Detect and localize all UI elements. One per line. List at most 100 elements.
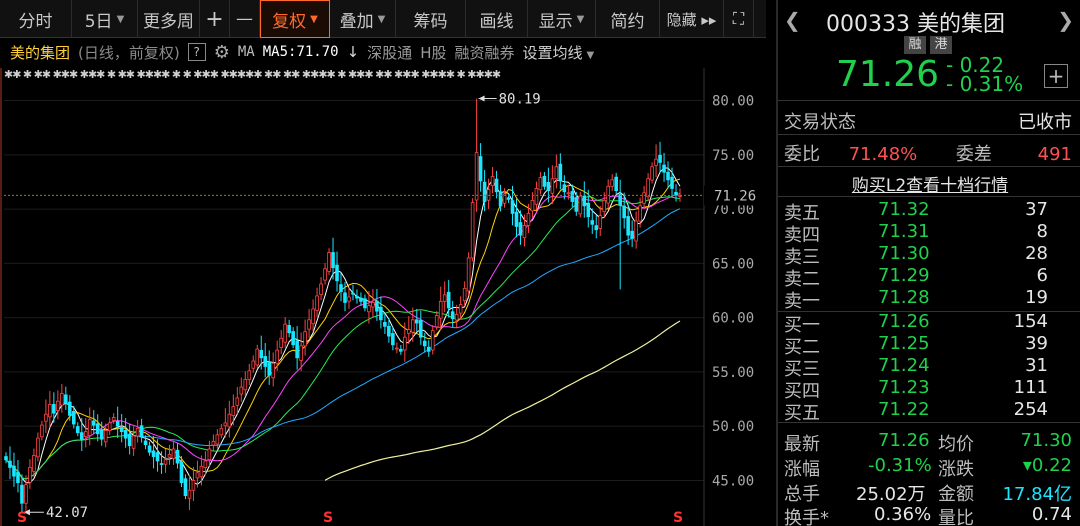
tab-more-periods[interactable]: 更多周 (138, 0, 200, 38)
candle-body (602, 200, 607, 213)
candle-body (379, 306, 383, 321)
candle-body (315, 295, 319, 311)
candle-body (239, 386, 244, 395)
candle-body (606, 185, 611, 204)
stat-chg: 涨跌 (938, 459, 974, 480)
candle-body (195, 472, 200, 479)
candle-body (371, 302, 375, 308)
candle-body (626, 216, 630, 236)
trade-state-row: 交易状态 已收市 (784, 112, 1072, 133)
level-volume: 31 (1025, 355, 1048, 376)
candle-body (582, 195, 587, 207)
candle-body (418, 320, 423, 338)
link-h-share[interactable]: H股 (420, 42, 446, 63)
level-volume: 154 (1013, 311, 1048, 332)
candle-body (291, 331, 295, 346)
add-watchlist-button[interactable]: + (1044, 64, 1068, 88)
level-name: 卖一 (784, 291, 820, 312)
candle-body (107, 422, 112, 431)
tab-5day[interactable]: 5日 ▼ (72, 0, 138, 38)
candle-body (131, 435, 136, 449)
candle-body (4, 456, 8, 461)
link-margin[interactable]: 融资融券 (454, 42, 514, 63)
bid-row: 买二 71.25 39 (784, 333, 1064, 358)
candle-body (323, 268, 327, 281)
simple-button[interactable]: 简约 (596, 0, 660, 38)
candle-body (646, 178, 650, 198)
link-hk-connect[interactable]: 深股通 (367, 42, 412, 63)
kline-chart[interactable]: 80.0075.0070.0065.0060.0055.0050.0045.00… (0, 68, 766, 526)
candle-body (287, 325, 291, 334)
chart-info-bar: 美的集团 (日线，前复权) ? ⚙ MA MA5:71.70 ↓ 深股通 H股 … (0, 38, 766, 66)
zoom-in-button[interactable]: + (200, 0, 230, 38)
draw-button[interactable]: 画线 (466, 0, 528, 38)
candle-body (650, 166, 654, 181)
chevron-left-icon[interactable]: ❮ (784, 8, 801, 32)
candle-body (223, 422, 228, 427)
candle-body (395, 347, 399, 350)
candle-body (295, 340, 299, 359)
candle-body (243, 379, 248, 391)
buy-l2-link[interactable]: 购买L2查看十档行情 (778, 171, 1080, 196)
candle-body (199, 465, 204, 478)
candle-body (44, 413, 48, 422)
candle-body (20, 484, 24, 504)
chart-period-label: (日线，前复权) (78, 43, 180, 62)
candle-body (247, 370, 252, 380)
y-tick-label: 45.00 (712, 473, 754, 489)
candle-body (64, 394, 68, 404)
candle-body (32, 455, 36, 472)
high-label: 80.19 (499, 91, 541, 107)
divider (778, 166, 1080, 167)
candle-body (558, 163, 563, 182)
candle-body (514, 211, 519, 227)
y-tick-label: 75.00 (712, 148, 754, 164)
candle-body (375, 300, 379, 312)
help-icon[interactable]: ? (187, 43, 206, 61)
display-button[interactable]: 显示 ▼ (528, 0, 596, 38)
candle-body (36, 437, 40, 458)
y-tick-label: 80.00 (712, 94, 754, 110)
candle-body (235, 397, 240, 406)
candle-body (470, 202, 475, 259)
ma-settings-button[interactable]: 设置均线 ▼ (522, 42, 594, 63)
ask-row: 卖一 71.28 19 (784, 287, 1064, 312)
quote-panel: ❮ 000333 美的集团 ❯ 融 港 71.26 - 0.22 - 0.31%… (776, 0, 1080, 526)
candle-body (52, 404, 56, 414)
tab-intraday[interactable]: 分时 (0, 0, 72, 38)
candle-body (658, 154, 662, 163)
candle-body (562, 184, 567, 193)
y-tick-label: 65.00 (712, 256, 754, 272)
candle-body (259, 350, 264, 359)
y-tick-label: 55.00 (712, 365, 754, 381)
candle-body (79, 432, 84, 440)
candle-body (403, 336, 407, 351)
candle-body (458, 304, 463, 314)
candle-body (598, 215, 603, 229)
candle-body (231, 406, 236, 416)
chevron-right-icon[interactable]: ❯ (1057, 8, 1074, 32)
candle-body (574, 197, 579, 212)
candle-body (28, 467, 32, 483)
candle-body (387, 325, 391, 337)
candle-body (139, 425, 144, 438)
adjust-button[interactable]: 复权 ▼ (260, 0, 330, 38)
chips-button[interactable]: 筹码 (396, 0, 466, 38)
hide-button[interactable]: 隐藏 ▸▸ (660, 0, 724, 38)
candle-body (151, 450, 156, 457)
overlay-button[interactable]: 叠加 ▼ (330, 0, 396, 38)
stat-turnover: 换手* (784, 508, 829, 526)
candle-body (363, 298, 367, 309)
zoom-out-button[interactable]: — (230, 0, 260, 38)
candle-body (71, 411, 76, 425)
candle-body (8, 460, 12, 468)
level-volume: 111 (1013, 377, 1048, 398)
candle-body (430, 330, 435, 351)
gear-icon[interactable]: ⚙ (214, 42, 230, 63)
candle-body (127, 433, 132, 447)
candle-body (175, 449, 180, 464)
candle-body (207, 448, 212, 460)
candle-body (506, 197, 511, 200)
candle-body (670, 176, 674, 189)
fullscreen-icon[interactable]: ⛶ (724, 0, 754, 38)
